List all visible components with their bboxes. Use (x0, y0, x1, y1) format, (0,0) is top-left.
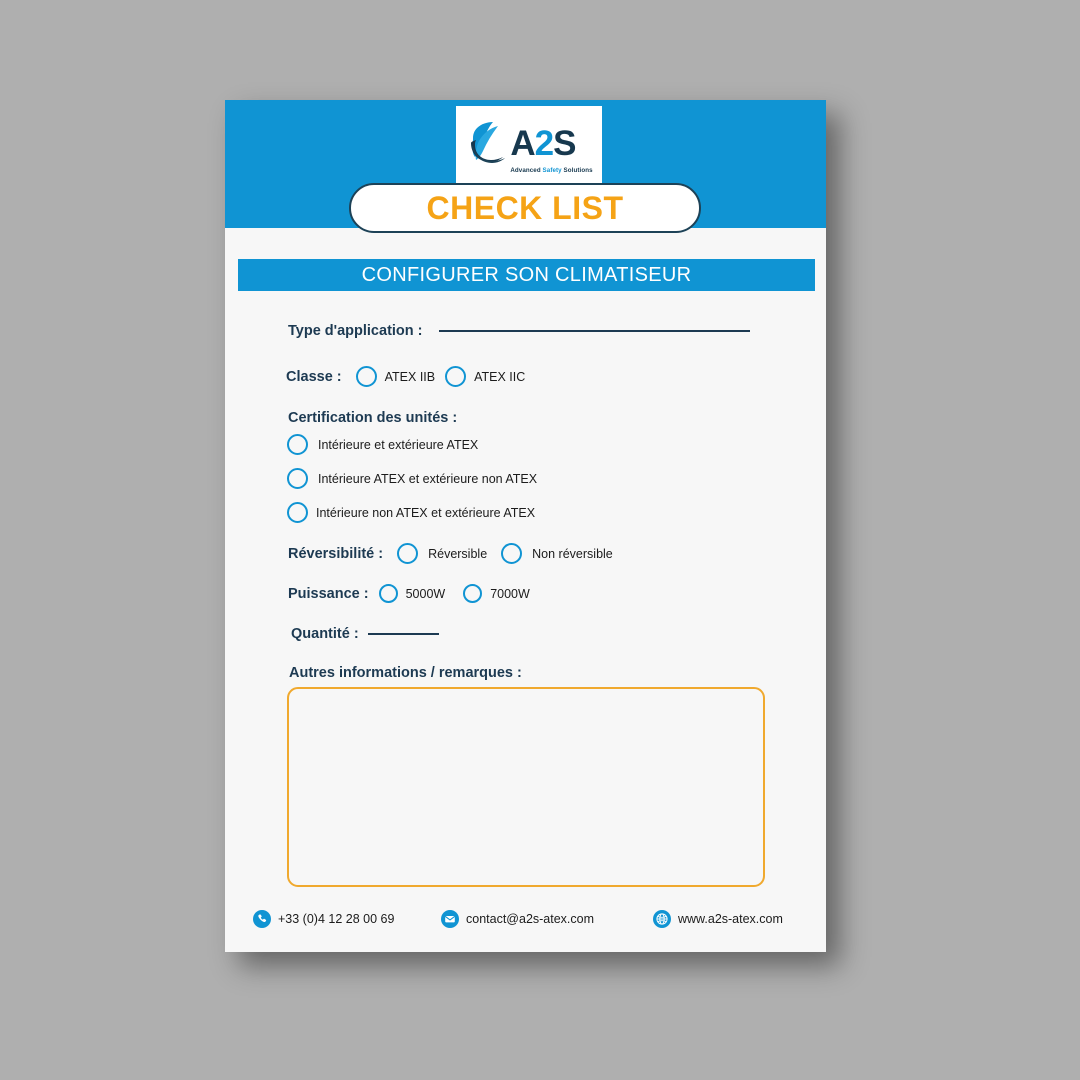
footer-website[interactable]: www.a2s-atex.com (653, 910, 783, 928)
page-title: CHECK LIST (349, 183, 701, 233)
logo-tagline: Advanced Safety Solutions (510, 167, 593, 174)
footer-phone[interactable]: +33 (0)4 12 28 00 69 (253, 910, 394, 928)
certification-option-0-label: Intérieure et extérieure ATEX (318, 437, 479, 452)
certification-label: Certification des unités : (288, 410, 458, 426)
certification-option-2[interactable]: Intérieure non ATEX et extérieure ATEX (287, 502, 535, 523)
radio-puissance-7000w[interactable] (463, 584, 483, 603)
classe-option-1-label: ATEX IIC (474, 369, 526, 384)
logo-wordmark: A2S (510, 123, 576, 163)
phone-icon (253, 910, 271, 928)
footer-website-text: www.a2s-atex.com (678, 912, 783, 926)
certification-option-2-label: Intérieure non ATEX et extérieure ATEX (316, 505, 536, 520)
page-title-label: CHECK LIST (426, 189, 624, 226)
footer-phone-text: +33 (0)4 12 28 00 69 (278, 912, 395, 926)
globe-icon (653, 910, 671, 928)
reversibilite-option-1-label: Non réversible (532, 546, 613, 561)
footer-email[interactable]: contact@a2s-atex.com (441, 910, 594, 928)
radio-certification-1[interactable] (287, 468, 308, 489)
puissance-label: Puissance : (288, 585, 369, 602)
a2s-leaf-icon (471, 122, 506, 163)
puissance-option-1-label: 7000W (490, 586, 530, 601)
reversibilite-label: Réversibilité : (288, 545, 384, 562)
type-application-input-line[interactable] (438, 330, 750, 332)
autres-heading: Autres informations / remarques : (289, 665, 522, 681)
field-puissance: Puissance : 5000W 7000W (288, 584, 530, 603)
section-title-band: CONFIGURER SON CLIMATISEUR (238, 259, 815, 291)
envelope-icon (441, 910, 459, 928)
classe-label: Classe : (286, 368, 342, 385)
certification-option-1-label: Intérieure ATEX et extérieure non ATEX (318, 471, 538, 486)
classe-option-0-label: ATEX IIB (384, 369, 436, 384)
logo-container: A2S Advanced Safety Solutions (456, 106, 602, 189)
quantite-input-line[interactable] (367, 633, 439, 635)
radio-puissance-5000w[interactable] (378, 584, 398, 603)
radio-classe-atex-iic[interactable] (445, 366, 467, 387)
certification-option-0[interactable]: Intérieure et extérieure ATEX (287, 434, 478, 455)
type-application-label: Type d'application : (288, 323, 423, 339)
quantite-label: Quantité : (291, 626, 359, 642)
field-type-application: Type d'application : (288, 323, 750, 339)
checklist-document: A2S Advanced Safety Solutions CHECK LIST… (225, 100, 826, 952)
footer-email-text: contact@a2s-atex.com (466, 912, 595, 926)
radio-classe-atex-iib[interactable] (355, 366, 377, 387)
certification-option-1[interactable]: Intérieure ATEX et extérieure non ATEX (287, 468, 537, 489)
radio-certification-0[interactable] (287, 434, 308, 455)
radio-certification-2[interactable] (287, 502, 308, 523)
field-classe: Classe : ATEX IIB ATEX IIC (286, 366, 525, 387)
autres-label: Autres informations / remarques : (289, 665, 522, 681)
reversibilite-option-0-label: Réversible (428, 546, 488, 561)
autres-textarea[interactable] (287, 687, 765, 887)
field-reversibilite: Réversibilité : Réversible Non réversibl… (288, 543, 613, 564)
field-quantite: Quantité : (291, 626, 439, 642)
puissance-option-0-label: 5000W (405, 586, 446, 601)
certification-heading: Certification des unités : (288, 410, 457, 426)
section-title-label: CONFIGURER SON CLIMATISEUR (361, 263, 692, 286)
radio-reversibilite-reversible[interactable] (397, 543, 419, 564)
radio-reversibilite-non-reversible[interactable] (501, 543, 523, 564)
